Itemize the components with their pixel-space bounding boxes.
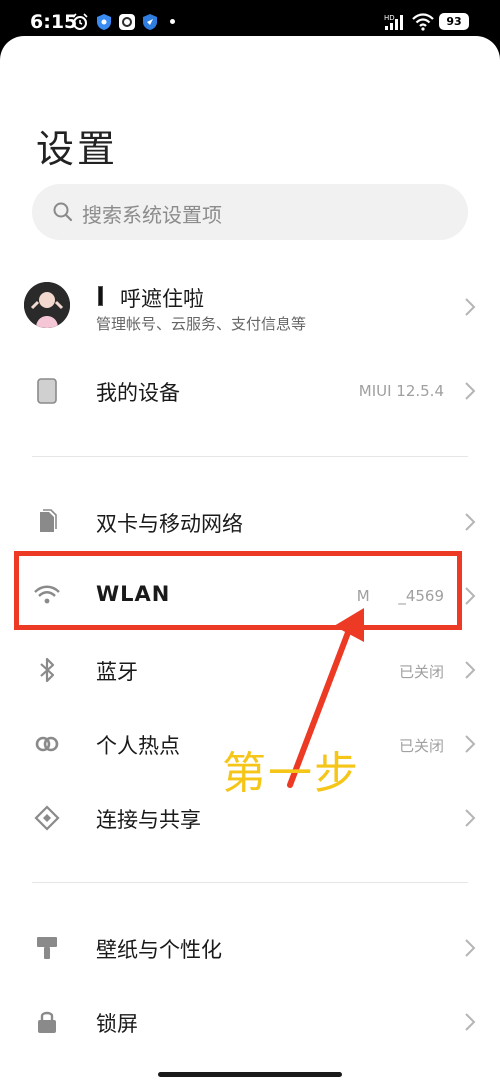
location-shield-icon	[141, 13, 159, 31]
item-value: 已关闭	[398, 737, 444, 755]
chevron-right-icon	[464, 734, 476, 754]
page-title: 设置	[36, 127, 119, 171]
search-icon	[52, 201, 74, 223]
account-row[interactable]: 呼遮住啦 管理帐号、云服务、支付信息等	[0, 272, 500, 342]
settings-item-my-device[interactable]: 我的设备 MIUI 12.5.4	[0, 356, 500, 426]
settings-item-lock-screen[interactable]: 锁屏	[0, 987, 500, 1057]
hd-label: HD	[384, 14, 395, 22]
section-divider	[32, 456, 468, 457]
section-divider	[32, 882, 468, 883]
account-name: 呼遮住啦	[120, 287, 204, 311]
item-label: 我的设备	[96, 381, 180, 405]
alarm-icon	[71, 13, 89, 31]
phone-icon	[34, 378, 60, 404]
item-label: 连接与共享	[96, 808, 201, 832]
app-notification-icon	[118, 13, 136, 31]
name-marker	[98, 286, 103, 306]
shield-icon	[95, 13, 113, 31]
chevron-right-icon	[464, 1012, 476, 1032]
wifi-status-icon	[412, 13, 434, 31]
more-notifications-dot	[170, 19, 175, 24]
share-icon	[34, 805, 60, 831]
search-placeholder: 搜索系统设置项	[82, 203, 222, 227]
search-input[interactable]: 搜索系统设置项	[32, 184, 468, 240]
sim-card-icon	[34, 509, 60, 535]
chevron-right-icon	[464, 938, 476, 958]
battery-indicator: 93	[439, 13, 469, 30]
item-label: 蓝牙	[96, 660, 138, 684]
bluetooth-icon	[34, 657, 60, 683]
annotation-step-label: 第一步	[222, 748, 360, 799]
item-label: 壁纸与个性化	[96, 938, 222, 962]
lock-icon	[34, 1009, 60, 1035]
avatar	[24, 282, 70, 328]
screen: 6:15 HD 93 设置 搜索系统设置项 呼遮住啦 管理帐号、云服务、支付信息…	[0, 0, 500, 1083]
chevron-right-icon	[464, 586, 476, 606]
annotation-highlight-box	[14, 551, 462, 630]
hotspot-icon	[34, 731, 60, 757]
paint-brush-icon	[34, 935, 60, 961]
item-label: 个人热点	[96, 734, 180, 758]
settings-item-wallpaper[interactable]: 壁纸与个性化	[0, 913, 500, 983]
chevron-right-icon	[464, 381, 476, 401]
item-label: 锁屏	[96, 1012, 138, 1036]
item-value: MIUI 12.5.4	[358, 382, 444, 400]
chevron-right-icon	[464, 660, 476, 680]
item-value: 已关闭	[398, 663, 444, 681]
account-subtitle: 管理帐号、云服务、支付信息等	[96, 315, 307, 333]
chevron-right-icon	[464, 297, 476, 317]
item-label: 双卡与移动网络	[96, 512, 243, 536]
signal-icon: HD	[384, 13, 410, 31]
settings-item-dual-sim[interactable]: 双卡与移动网络	[0, 487, 500, 557]
home-indicator[interactable]	[158, 1072, 342, 1077]
chevron-right-icon	[464, 512, 476, 532]
chevron-right-icon	[464, 808, 476, 828]
settings-item-bluetooth[interactable]: 蓝牙 已关闭	[0, 635, 500, 705]
